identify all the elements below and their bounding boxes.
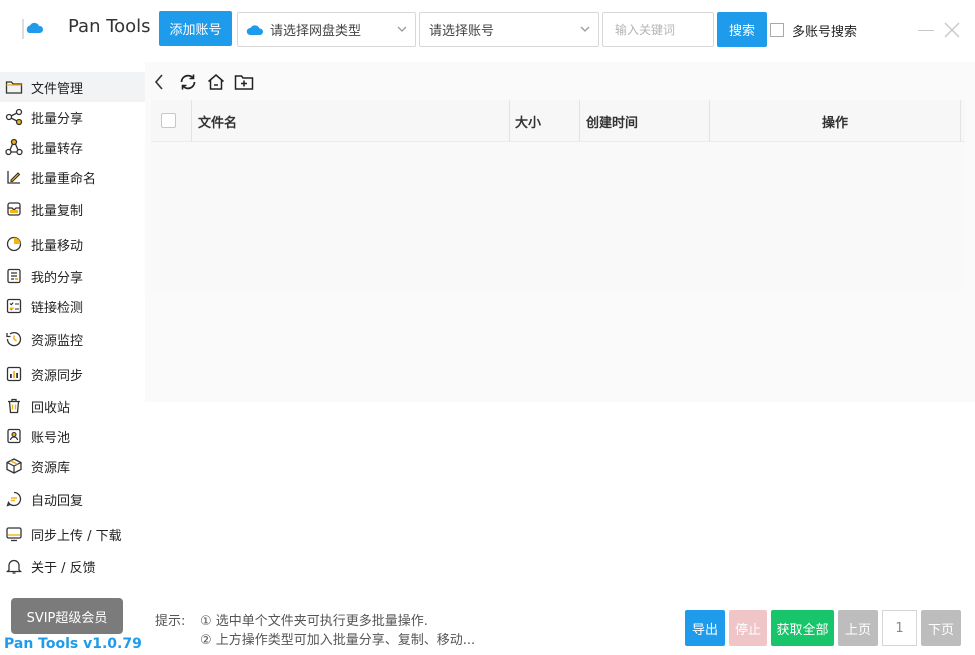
sidebar-item-resource-monitor[interactable]: 资源监控 <box>0 324 145 354</box>
sidebar-item-auto-reply[interactable]: 自动回复 <box>0 484 145 514</box>
sidebar-item-my-share[interactable]: 我的分享 <box>0 261 145 291</box>
account-pool-icon <box>7 428 21 444</box>
keyword-input[interactable] <box>602 12 714 47</box>
tips-title: 提示: <box>155 614 186 629</box>
file-toolbar <box>150 70 262 94</box>
rename-icon <box>7 171 21 184</box>
sidebar-item-about-feedback[interactable]: 关于 / 反馈 <box>0 551 145 581</box>
sidebar-item-resource-sync[interactable]: 资源同步 <box>0 359 145 389</box>
auto-reply-icon <box>6 491 22 507</box>
header-checkbox-cell <box>151 100 192 142</box>
sidebar-item-account-pool[interactable]: 账号池 <box>0 421 145 451</box>
sidebar-item-batch-transfer[interactable]: 批量转存 <box>0 132 145 162</box>
svip-button[interactable]: SVIP超级会员 <box>11 598 123 634</box>
sidebar-item-file-manage[interactable]: 文件管理 <box>0 72 145 102</box>
box-icon <box>6 458 22 474</box>
app-logo-icon <box>22 19 44 39</box>
chevron-down-icon <box>580 26 590 32</box>
home-icon[interactable] <box>206 72 226 92</box>
chevron-down-icon <box>397 26 407 32</box>
table-header: 文件名 大小 创建时间 操作 <box>151 100 965 142</box>
transfer-icon <box>5 138 23 156</box>
table-body <box>151 142 965 292</box>
sidebar-item-label: 关于 / 反馈 <box>31 560 96 576</box>
sidebar-item-label: 链接检测 <box>31 300 84 316</box>
sidebar-item-batch-copy[interactable]: 批量复制 <box>0 194 145 224</box>
sync-chart-icon <box>6 366 22 382</box>
app-title: Pan Tools <box>68 16 151 37</box>
copy-icon <box>7 202 21 216</box>
trash-icon <box>8 398 20 414</box>
prev-page-button[interactable]: 上页 <box>838 610 878 646</box>
get-all-button[interactable]: 获取全部 <box>771 610 834 646</box>
search-button[interactable]: 搜索 <box>717 12 767 47</box>
monitor-icon <box>6 331 22 347</box>
sidebar-item-label: 批量复制 <box>31 203 84 219</box>
sidebar-item-batch-share[interactable]: 批量分享 <box>0 102 145 132</box>
folder-icon <box>5 81 23 94</box>
add-account-button[interactable]: 添加账号 <box>159 11 232 46</box>
link-check-icon <box>6 298 22 314</box>
sidebar-item-label: 文件管理 <box>31 81 84 97</box>
sidebar-item-label: 批量转存 <box>31 141 84 157</box>
tip-line-2: ② 上方操作类型可加入批量分享、复制、移动... <box>200 633 476 648</box>
upload-download-icon <box>6 527 22 542</box>
my-share-icon <box>7 268 21 284</box>
sidebar-item-batch-rename[interactable]: 批量重命名 <box>0 162 145 192</box>
disk-type-placeholder: 请选择网盘类型 <box>270 24 362 39</box>
refresh-icon[interactable] <box>178 72 198 92</box>
multi-account-checkbox[interactable] <box>770 23 784 37</box>
sidebar-item-label: 批量重命名 <box>31 171 97 187</box>
sidebar-item-label: 自动回复 <box>31 493 84 509</box>
column-header-created-time[interactable]: 创建时间 <box>580 100 710 142</box>
back-icon[interactable] <box>150 72 170 92</box>
share-icon <box>5 108 23 126</box>
multi-account-label: 多账号搜索 <box>792 25 858 40</box>
sidebar-item-sync-upload-download[interactable]: 同步上传 / 下载 <box>0 519 145 549</box>
export-button[interactable]: 导出 <box>685 610 725 646</box>
tip-line-1: ① 选中单个文件夹可执行更多批量操作. <box>200 614 428 629</box>
sidebar-item-label: 资源监控 <box>31 333 84 349</box>
sidebar-item-batch-move[interactable]: 批量移动 <box>0 229 145 259</box>
disk-type-select[interactable]: 请选择网盘类型 <box>237 12 416 47</box>
sidebar-item-label: 批量移动 <box>31 238 84 254</box>
sidebar-item-label: 我的分享 <box>31 270 84 286</box>
next-page-button[interactable]: 下页 <box>921 610 961 646</box>
minimize-icon[interactable] <box>918 30 934 31</box>
stop-button[interactable]: 停止 <box>729 610 767 646</box>
sidebar-item-label: 账号池 <box>31 430 71 446</box>
account-select[interactable]: 请选择账号 <box>419 12 599 47</box>
sidebar-item-link-check[interactable]: 链接检测 <box>0 291 145 321</box>
column-header-size[interactable]: 大小 <box>510 100 580 142</box>
new-folder-icon[interactable] <box>234 72 254 92</box>
account-placeholder: 请选择账号 <box>429 24 495 39</box>
cloud-icon <box>246 24 264 35</box>
column-header-filename[interactable]: 文件名 <box>192 100 510 142</box>
sidebar-item-label: 资源同步 <box>31 368 84 384</box>
move-icon <box>6 236 22 252</box>
file-table: 文件名 大小 创建时间 操作 <box>151 100 965 292</box>
sidebar-item-label: 资源库 <box>31 460 71 476</box>
close-icon[interactable] <box>944 22 960 38</box>
page-number-input[interactable]: 1 <box>882 610 917 646</box>
sidebar-item-recycle-bin[interactable]: 回收站 <box>0 391 145 421</box>
sidebar-item-label: 批量分享 <box>31 111 84 127</box>
bell-icon <box>5 559 23 574</box>
sidebar-item-label: 同步上传 / 下载 <box>31 528 122 544</box>
version-label: Pan Tools v1.0.79 <box>4 636 142 652</box>
header-bar: Pan Tools 添加账号 请选择网盘类型 请选择账号 搜索 多账号搜索 <box>0 0 975 60</box>
column-header-actions: 操作 <box>710 100 961 142</box>
sidebar-item-resource-library[interactable]: 资源库 <box>0 451 145 481</box>
sidebar-item-label: 回收站 <box>31 400 71 416</box>
